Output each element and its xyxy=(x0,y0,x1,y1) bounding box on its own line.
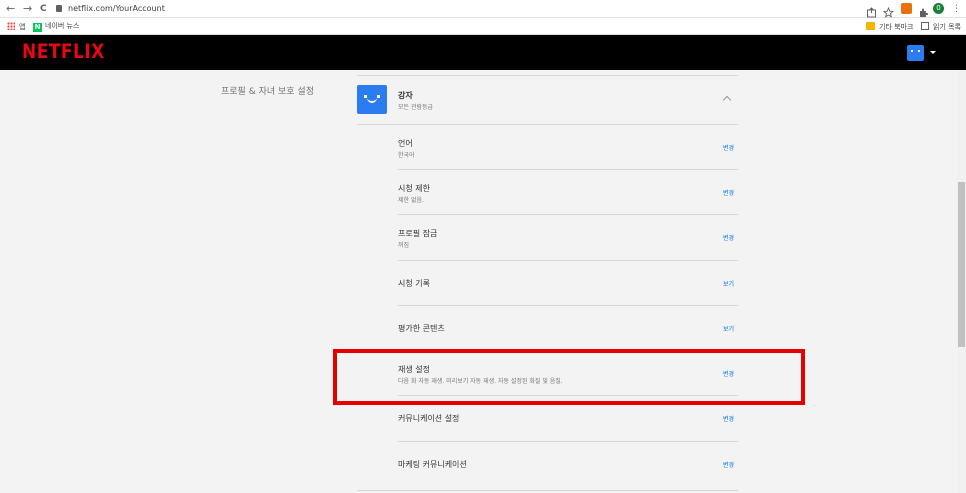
puzzle-icon[interactable] xyxy=(918,3,929,17)
setting-title: 프로필 잠금 xyxy=(398,229,438,238)
scrollbar-thumb[interactable] xyxy=(958,182,965,347)
netflix-logo[interactable]: NETFLIX xyxy=(22,41,105,64)
bookmark-star-icon[interactable] xyxy=(882,3,895,18)
avatar-smile-icon xyxy=(367,98,377,103)
avatar-eye-icon xyxy=(377,95,380,98)
setting-title: 시청 제한 xyxy=(398,184,430,193)
setting-title: 마케팅 커뮤니케이션 xyxy=(398,460,467,469)
browser-toolbar: ← → C netflix.com/YourAccount 0 ⋮ xyxy=(0,0,966,18)
change-link[interactable]: 변경 xyxy=(723,143,734,152)
divider xyxy=(357,75,738,76)
menu-dots-icon[interactable]: ⋮ xyxy=(952,2,961,16)
bookmark-naver-news[interactable]: N 네이버 뉴스 xyxy=(33,22,79,32)
section-label: 프로필 & 자녀 보호 설정 xyxy=(221,87,314,97)
extension-icon[interactable] xyxy=(901,3,912,14)
apps-grid-icon xyxy=(7,22,15,30)
url-text: netflix.com/YourAccount xyxy=(68,4,165,13)
profile-rating: 모든 관람등급 xyxy=(398,104,434,111)
account-avatar[interactable] xyxy=(907,45,924,61)
folder-icon xyxy=(866,22,875,30)
profile-name: 강자 xyxy=(398,91,413,100)
naver-logo-icon: N xyxy=(33,23,42,32)
setting-title: 커뮤니케이션 설정 xyxy=(398,414,460,423)
profile-avatar xyxy=(357,85,387,114)
setting-title: 평가한 콘텐츠 xyxy=(398,324,445,333)
chevron-up-icon[interactable] xyxy=(722,95,732,105)
other-bookmarks[interactable]: 기타 북마크 xyxy=(866,22,913,32)
divider xyxy=(398,260,738,261)
share-icon[interactable] xyxy=(866,3,877,18)
reading-list[interactable]: 읽기 목록 xyxy=(921,22,961,32)
divider xyxy=(398,169,738,170)
divider xyxy=(398,214,738,215)
bookmarks-bar: 앱 N 네이버 뉴스 기타 북마크 읽기 목록 xyxy=(0,18,966,35)
setting-value: 한국어 xyxy=(398,152,415,159)
change-link[interactable]: 변경 xyxy=(723,460,734,469)
view-link[interactable]: 보기 xyxy=(723,324,734,333)
setting-value: 꺼짐 xyxy=(398,242,410,249)
setting-value: 제한 없음. xyxy=(398,197,424,204)
setting-title: 시청 기록 xyxy=(398,279,430,288)
avatar-eye-icon xyxy=(918,50,920,52)
lock-icon xyxy=(56,5,62,12)
divider xyxy=(398,441,738,442)
divider xyxy=(398,305,738,306)
forward-icon[interactable]: → xyxy=(23,2,32,16)
highlight-box xyxy=(333,349,805,405)
view-link[interactable]: 보기 xyxy=(723,279,734,288)
change-link[interactable]: 변경 xyxy=(723,233,734,242)
avatar-eye-icon xyxy=(911,50,913,52)
change-link[interactable]: 변경 xyxy=(723,188,734,197)
setting-title: 언어 xyxy=(398,139,413,148)
reload-icon[interactable]: C xyxy=(40,2,47,16)
account-caret-icon[interactable] xyxy=(930,51,936,54)
change-link[interactable]: 변경 xyxy=(723,414,734,423)
address-bar[interactable]: netflix.com/YourAccount xyxy=(56,2,856,16)
divider xyxy=(357,490,738,491)
reading-list-icon xyxy=(921,22,929,30)
apps-shortcut[interactable]: 앱 xyxy=(7,22,25,32)
netflix-header: NETFLIX xyxy=(0,35,966,70)
back-icon[interactable]: ← xyxy=(6,2,15,16)
profile-icon[interactable]: 0 xyxy=(933,3,944,14)
divider xyxy=(357,124,738,125)
